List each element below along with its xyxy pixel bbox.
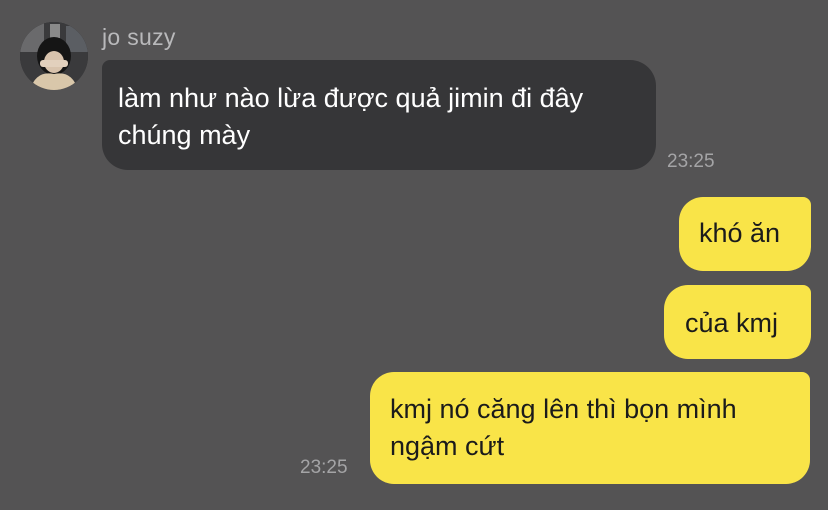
incoming-message-bubble[interactable]: làm như nào lừa được quả jimin đi đây ch…	[102, 60, 656, 170]
incoming-message-text: làm như nào lừa được quả jimin đi đây ch…	[118, 83, 584, 150]
outgoing-message-time: 23:25	[300, 457, 348, 478]
outgoing-message-bubble[interactable]: khó ăn	[679, 197, 811, 271]
sender-name: jo suzy	[102, 24, 176, 50]
incoming-message-time: 23:25	[667, 151, 715, 172]
sender-avatar[interactable]	[20, 22, 88, 90]
outgoing-message-text: kmj nó căng lên thì bọn mình ngậm cứt	[390, 394, 737, 461]
avatar-photo-icon	[20, 22, 88, 90]
outgoing-message-text: của kmj	[685, 308, 779, 338]
outgoing-message-bubble[interactable]: của kmj	[664, 285, 811, 359]
outgoing-message-text: khó ăn	[699, 218, 781, 248]
outgoing-message-bubble[interactable]: kmj nó căng lên thì bọn mình ngậm cứt	[370, 372, 810, 484]
